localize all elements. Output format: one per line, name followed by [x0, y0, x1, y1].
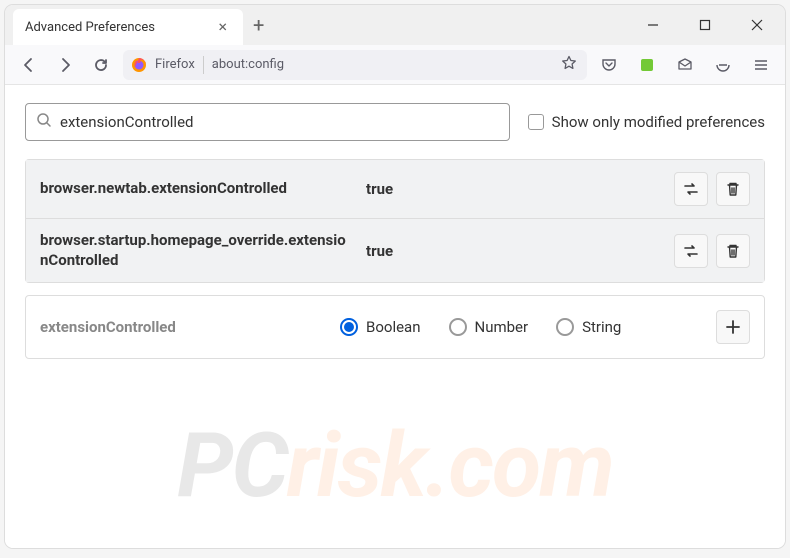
pocket-icon[interactable]: [595, 51, 623, 79]
minimize-button[interactable]: [637, 9, 669, 41]
radio-string[interactable]: String: [556, 318, 621, 336]
radio-label: Boolean: [366, 318, 421, 336]
urlbar-separator: [203, 56, 204, 74]
maximize-button[interactable]: [689, 9, 721, 41]
browser-tab[interactable]: Advanced Preferences ×: [13, 9, 243, 45]
preference-row: browser.newtab.extensionControlled true: [26, 160, 764, 218]
shield-icon[interactable]: [709, 51, 737, 79]
radio-indicator: [449, 318, 467, 336]
back-button[interactable]: [15, 51, 43, 79]
preference-row: browser.startup.homepage_override.extens…: [26, 218, 764, 282]
new-tab-button[interactable]: +: [243, 9, 274, 41]
radio-boolean[interactable]: Boolean: [340, 318, 421, 336]
show-modified-checkbox[interactable]: Show only modified preferences: [528, 113, 765, 131]
watermark: PCrisk.com: [177, 413, 613, 518]
urlbar-browser-label: Firefox: [155, 57, 195, 72]
new-pref-name: extensionControlled: [40, 318, 320, 336]
url-bar[interactable]: Firefox about:config: [123, 50, 587, 80]
toggle-button[interactable]: [674, 172, 708, 206]
pref-name: browser.newtab.extensionControlled: [40, 179, 350, 199]
checkbox-box: [528, 114, 544, 130]
close-window-button[interactable]: [741, 9, 773, 41]
radio-label: Number: [475, 318, 529, 336]
preference-list: browser.newtab.extensionControlled true …: [25, 159, 765, 283]
new-preference-row: extensionControlled Boolean Number Strin…: [25, 295, 765, 359]
radio-label: String: [582, 318, 621, 336]
extension-icon[interactable]: [633, 51, 661, 79]
radio-number[interactable]: Number: [449, 318, 529, 336]
add-button[interactable]: [716, 310, 750, 344]
search-icon: [36, 112, 52, 132]
forward-button[interactable]: [51, 51, 79, 79]
radio-indicator: [340, 318, 358, 336]
checkbox-label: Show only modified preferences: [552, 113, 765, 131]
delete-button[interactable]: [716, 172, 750, 206]
tab-title: Advanced Preferences: [25, 20, 214, 35]
bookmark-star-icon[interactable]: [559, 53, 579, 77]
search-input[interactable]: [60, 113, 499, 131]
radio-indicator: [556, 318, 574, 336]
pref-name: browser.startup.homepage_override.extens…: [40, 231, 350, 270]
menu-icon[interactable]: [747, 51, 775, 79]
firefox-icon: [131, 57, 147, 73]
browser-toolbar: Firefox about:config: [5, 45, 785, 85]
search-box[interactable]: [25, 103, 510, 141]
toggle-button[interactable]: [674, 234, 708, 268]
reload-button[interactable]: [87, 51, 115, 79]
pref-value: true: [366, 180, 658, 198]
urlbar-text: about:config: [212, 57, 551, 72]
mail-icon[interactable]: [671, 51, 699, 79]
window-titlebar: Advanced Preferences × +: [5, 5, 785, 45]
delete-button[interactable]: [716, 234, 750, 268]
pref-value: true: [366, 242, 658, 260]
page-content: Show only modified preferences browser.n…: [5, 85, 785, 548]
close-tab-icon[interactable]: ×: [214, 17, 231, 37]
type-radio-group: Boolean Number String: [340, 318, 696, 336]
